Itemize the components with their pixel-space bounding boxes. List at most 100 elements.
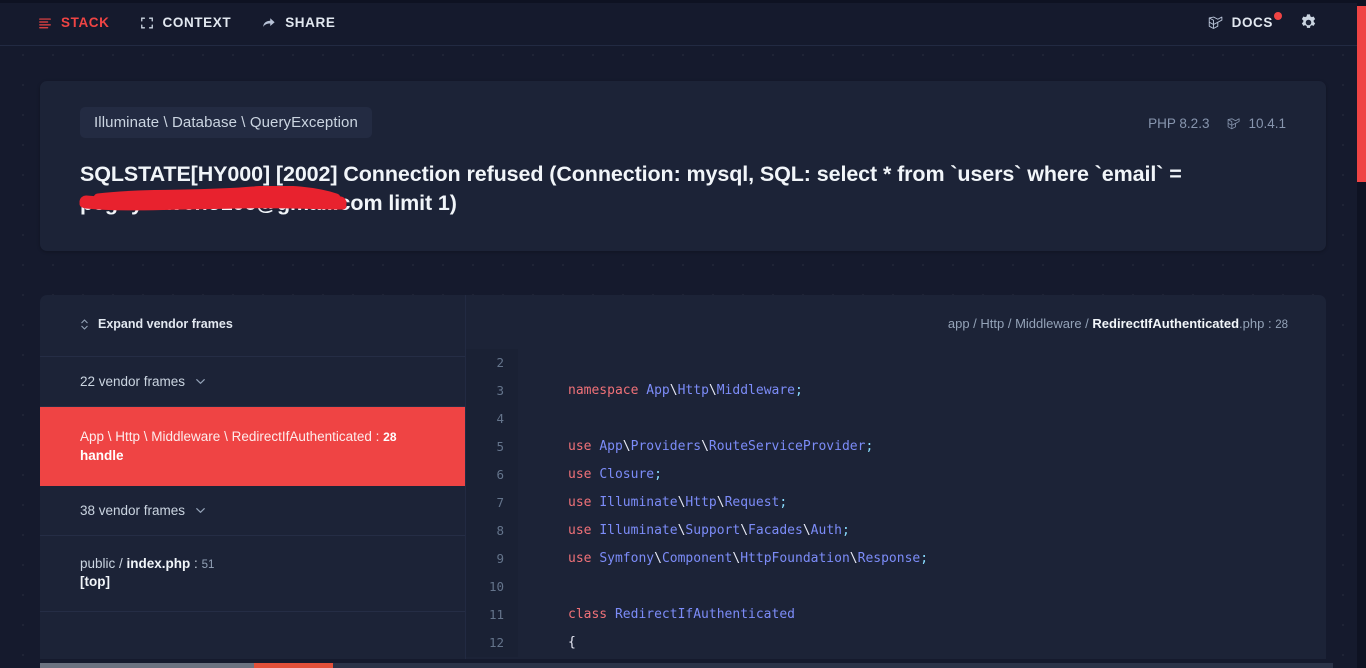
code-viewer: app / Http / Middleware / RedirectIfAuth… <box>466 295 1326 664</box>
tab-share[interactable]: SHARE <box>261 15 335 30</box>
docs-link[interactable]: DOCS <box>1208 15 1273 31</box>
frame-method: [top] <box>80 574 425 589</box>
notification-dot-icon <box>1274 12 1282 20</box>
horizontal-scrollbar-highlight <box>254 663 333 668</box>
docs-label: DOCS <box>1232 15 1273 30</box>
code-line-text: { <box>518 629 576 657</box>
frame-app-redirectifauthenticated[interactable]: App \ Http \ Middleware \ RedirectIfAuth… <box>40 407 465 487</box>
php-version: PHP 8.2.3 <box>1148 116 1209 131</box>
code-token: Illuminate <box>599 523 677 538</box>
code-line-text <box>518 405 568 433</box>
code-token: Middleware <box>717 383 795 398</box>
code-token: use <box>568 551 591 566</box>
expand-vendor-frames-button[interactable]: Expand vendor frames <box>80 317 233 331</box>
code-file-breadcrumb: app / Http / Middleware / RedirectIfAuth… <box>466 295 1326 349</box>
frame-vendor-group-1[interactable]: 22 vendor frames <box>40 357 465 407</box>
code-token: ; <box>842 523 850 538</box>
code-line: 2 <box>466 349 1326 377</box>
window-top-edge <box>0 0 1366 3</box>
code-token: ; <box>654 467 662 482</box>
horizontal-scrollbar-thumb[interactable] <box>40 663 254 668</box>
code-token: \ <box>701 439 709 454</box>
code-token: App <box>599 439 622 454</box>
code-token: HttpFoundation <box>740 551 850 566</box>
chevron-down-icon <box>194 375 207 388</box>
code-line: 11class RedirectIfAuthenticated <box>466 601 1326 629</box>
code-lines[interactable]: 23namespace App\Http\Middleware;45use Ap… <box>466 349 1326 657</box>
code-line-number: 2 <box>466 349 518 377</box>
code-line-number: 8 <box>466 517 518 545</box>
code-token: \ <box>850 551 858 566</box>
horizontal-scrollbar-track <box>333 663 1333 668</box>
code-line-text <box>518 573 568 601</box>
code-line-text: namespace App\Http\Middleware; <box>518 377 803 405</box>
code-line-text: use Closure; <box>518 461 662 489</box>
laravel-icon <box>1227 117 1241 131</box>
frame-method: handle <box>80 448 425 463</box>
frame-vendor-group-2[interactable]: 38 vendor frames <box>40 486 465 536</box>
code-line-text: use App\Providers\RouteServiceProvider; <box>518 433 873 461</box>
frame-path-row: public / index.php : 51 <box>80 556 425 571</box>
code-token: class <box>568 607 607 622</box>
code-line-number: 7 <box>466 489 518 517</box>
exception-message: SQLSTATE[HY000] [2002] Connection refuse… <box>80 160 1286 217</box>
code-token: RouteServiceProvider <box>709 439 866 454</box>
settings-button[interactable] <box>1299 13 1318 32</box>
code-line-number: 12 <box>466 629 518 657</box>
code-token: namespace <box>568 383 638 398</box>
code-token: { <box>568 635 576 650</box>
code-line: 8use Illuminate\Support\Facades\Auth; <box>466 517 1326 545</box>
code-token: RedirectIfAuthenticated <box>615 607 795 622</box>
vertical-scrollbar-thumb[interactable] <box>1357 6 1366 182</box>
tab-stack[interactable]: STACK <box>38 15 110 30</box>
frame-icon <box>140 16 154 30</box>
breadcrumb-file: RedirectIfAuthenticated <box>1092 316 1239 331</box>
code-line-number: 5 <box>466 433 518 461</box>
vertical-scrollbar[interactable] <box>1357 0 1366 668</box>
code-token <box>607 607 615 622</box>
code-line-number: 11 <box>466 601 518 629</box>
gear-icon <box>1299 13 1318 32</box>
code-token: ; <box>779 495 787 510</box>
code-token: \ <box>740 523 748 538</box>
frame-line-number: 51 <box>202 559 215 571</box>
frame-public-index[interactable]: public / index.php : 51 [top] <box>40 536 465 612</box>
tab-context[interactable]: CONTEXT <box>140 15 232 30</box>
code-token: ; <box>920 551 928 566</box>
code-line: 4 <box>466 405 1326 433</box>
horizontal-scrollbar[interactable] <box>0 659 1366 668</box>
vendor-frame-count-2: 38 vendor frames <box>80 503 185 518</box>
code-token: use <box>568 495 591 510</box>
breadcrumb-ext: .php <box>1239 316 1264 331</box>
frame-path: App \ Http \ Middleware \ RedirectIfAuth… <box>80 429 372 444</box>
code-token: \ <box>623 439 631 454</box>
code-line-text: class RedirectIfAuthenticated <box>518 601 795 629</box>
code-token: \ <box>654 551 662 566</box>
frame-line-number: 28 <box>383 430 396 444</box>
code-token: use <box>568 467 591 482</box>
code-line: 12 { <box>466 629 1326 657</box>
tab-stack-label: STACK <box>61 15 110 30</box>
version-info: PHP 8.2.3 10.4.1 <box>1148 107 1286 131</box>
exception-card: Illuminate \ Database \ QueryException P… <box>40 81 1326 251</box>
share-icon <box>261 16 276 30</box>
code-line-text: use Illuminate\Http\Request; <box>518 489 787 517</box>
frames-spacer <box>40 612 465 664</box>
nav-left-group: STACK CONTEXT SHA <box>38 15 335 30</box>
nav-right-group: DOCS <box>1208 13 1350 32</box>
laravel-icon <box>1208 15 1224 31</box>
code-line-text: use Illuminate\Support\Facades\Auth; <box>518 517 850 545</box>
code-token: Auth <box>811 523 842 538</box>
code-line-number: 4 <box>466 405 518 433</box>
frame-path-prefix: public / <box>80 556 123 571</box>
code-token: use <box>568 439 591 454</box>
code-token: \ <box>717 495 725 510</box>
code-token: \ <box>803 523 811 538</box>
laravel-version: 10.4.1 <box>1248 116 1286 131</box>
code-token: Symfony <box>599 551 654 566</box>
stack-trace-panel: Expand vendor frames 22 vendor frames Ap… <box>40 295 1326 664</box>
code-token: Component <box>662 551 732 566</box>
frames-sidebar: Expand vendor frames 22 vendor frames Ap… <box>40 295 466 664</box>
code-token: Support <box>685 523 740 538</box>
code-line-number: 9 <box>466 545 518 573</box>
